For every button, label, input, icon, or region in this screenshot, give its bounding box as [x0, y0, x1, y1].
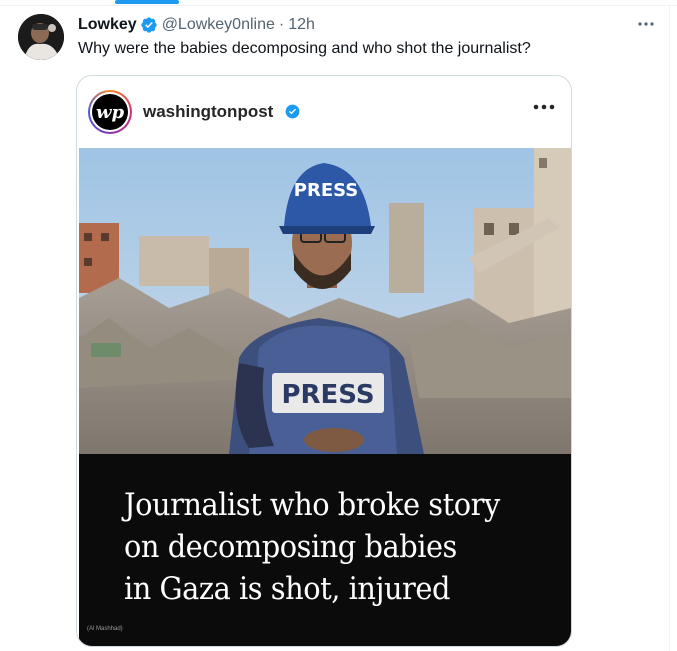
avatar[interactable]: [18, 14, 64, 60]
logo-text: wp: [92, 94, 128, 130]
top-divider: [0, 0, 677, 6]
timestamp[interactable]: 12h: [288, 16, 315, 34]
helmet-press-label: PRESS: [294, 180, 358, 201]
embedded-post-header: wp washingtonpost: [77, 76, 571, 148]
separator-dot: ·: [278, 16, 285, 33]
more-options-button[interactable]: [634, 14, 658, 34]
headline: Journalist who broke story on decomposin…: [124, 484, 533, 610]
journalist-photo: PRESS PRESS: [79, 148, 571, 454]
embedded-verified-icon: [285, 104, 300, 119]
tweet-media-image[interactable]: wp washingtonpost PRESS PRESS Journalist…: [76, 75, 572, 647]
headline-panel: Journalist who broke story on decomposin…: [79, 454, 571, 646]
tweet-header: Lowkey @Lowkey0nline · 12h: [78, 14, 315, 36]
user-handle[interactable]: @Lowkey0nline: [162, 16, 275, 34]
photo-credit: (Al Mashhad): [87, 626, 123, 632]
verified-badge-icon: [141, 17, 157, 33]
embedded-account-name: washingtonpost: [143, 102, 274, 121]
headline-line: Journalist who broke story: [124, 487, 500, 523]
active-tab-indicator: [115, 0, 179, 4]
headline-line: in Gaza is shot, injured: [124, 571, 450, 607]
headline-line: on decomposing babies: [124, 529, 457, 565]
tweet-text: Why were the babies decomposing and who …: [78, 40, 531, 57]
vest-press-label: PRESS: [281, 380, 374, 410]
avatar-image: [18, 14, 64, 60]
more-horizontal-icon: [638, 22, 654, 26]
washington-post-logo: wp: [88, 90, 132, 134]
display-name[interactable]: Lowkey: [78, 16, 137, 34]
column-border: [669, 6, 670, 651]
embedded-more-icon: [531, 100, 557, 112]
